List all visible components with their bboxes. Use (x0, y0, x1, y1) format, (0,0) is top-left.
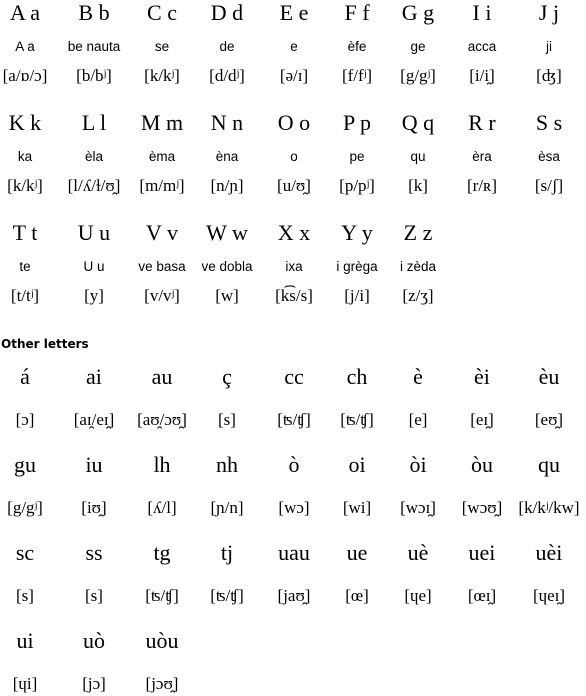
letter-ipa: [k/kʲ/kw] (518, 498, 580, 517)
letter-glyph: Z z (403, 220, 433, 245)
letter-name: ji (546, 39, 552, 54)
letter-name: èsa (538, 149, 560, 164)
letter-glyph: uòu (145, 628, 179, 653)
other-letters-heading: Other letters (1, 337, 89, 351)
letter-ipa: [s/ʃ] (534, 176, 564, 195)
letter-ipa: [ɥeɪ̯] (532, 586, 566, 605)
letter-glyph: èu (538, 364, 560, 389)
letter-glyph: qu (538, 452, 560, 477)
letter-glyph: J j (538, 0, 560, 25)
letter-glyph: S s (535, 110, 563, 135)
letter-name: i zèda (399, 259, 437, 274)
letter-ipa: [ʤ] (536, 66, 562, 85)
letter-ipa: [jɔʊ̯] (145, 674, 179, 693)
letter-ipa: [eʊ̯] (534, 410, 564, 429)
letter-glyph: uèi (535, 540, 563, 565)
letter-ipa: [z/ʒ] (402, 286, 434, 305)
